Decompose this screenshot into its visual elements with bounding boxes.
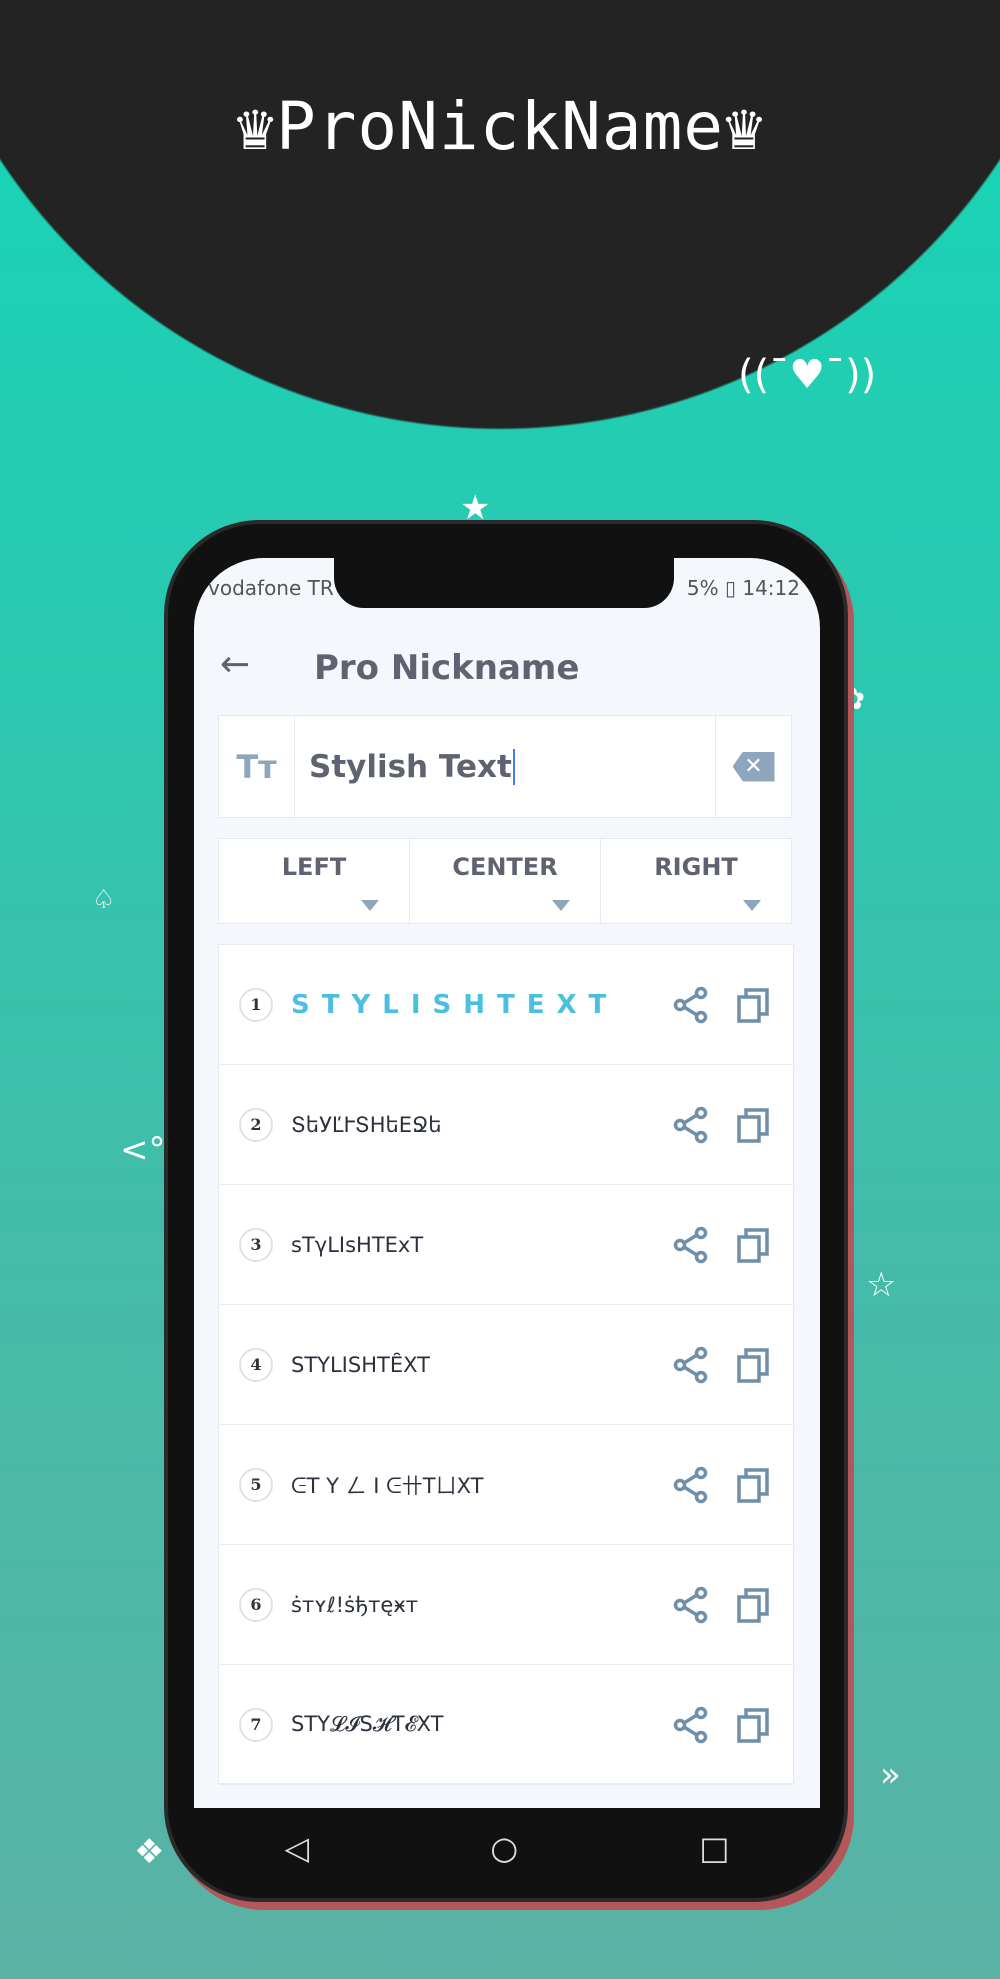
styled-text[interactable]: ЅTҮLIЅHTȆXT: [291, 1353, 649, 1377]
chevron-down-icon: [552, 900, 570, 911]
row-number: 2: [239, 1107, 273, 1142]
row-number: 5: [239, 1467, 273, 1502]
recents-square-icon[interactable]: □: [699, 1829, 729, 1867]
clear-button[interactable]: ✕: [715, 716, 791, 817]
battery-percent: 5%: [686, 576, 719, 600]
carrier: vodafone TR: [208, 576, 334, 600]
styled-text[interactable]: ᕮT Y ㄥ I ᕮ卄TㄩXT: [291, 1470, 649, 1500]
copy-icon[interactable]: [733, 1225, 773, 1265]
row-number: 7: [239, 1707, 273, 1742]
share-icon[interactable]: [671, 985, 711, 1025]
copy-icon[interactable]: [733, 1705, 773, 1745]
right-label: RIGHT: [654, 853, 738, 881]
center-dropdown[interactable]: CENTER: [410, 839, 601, 923]
copy-icon[interactable]: [733, 1585, 773, 1625]
share-icon[interactable]: [671, 1225, 711, 1265]
copy-icon[interactable]: [733, 1105, 773, 1145]
result-row[interactable]: 4 ЅTҮLIЅHTȆXT: [219, 1305, 793, 1425]
styled-text[interactable]: ՏեУĽՒՏНեЕՋե: [291, 1113, 649, 1137]
styled-text[interactable]: ṡтʏℓ!ṡђтęӿт: [291, 1593, 649, 1617]
home-circle-icon[interactable]: ○: [490, 1829, 518, 1867]
chevron-down-icon: [361, 900, 379, 911]
text-input-value: Stylish Text: [309, 748, 515, 785]
alignment-selectors: LEFT CENTER RIGHT: [218, 838, 792, 924]
result-row[interactable]: 6 ṡтʏℓ!ṡђтęӿт: [219, 1545, 793, 1665]
clock: 14:12: [742, 576, 800, 600]
center-label: CENTER: [452, 853, 558, 881]
share-icon[interactable]: [671, 1465, 711, 1505]
text-input-card: Tт Stylish Text ✕: [218, 715, 792, 818]
share-icon[interactable]: [671, 1345, 711, 1385]
status-right: 5% ▯ 14:12: [686, 576, 800, 600]
arrow-left-icon[interactable]: ←: [220, 644, 250, 685]
chevron-down-icon: [743, 900, 761, 911]
phone-frame: vodafone TR 5% ▯ 14:12 ← Pro Nickname Tт…: [164, 520, 848, 1902]
brand-title: ♛ProNickName♛: [235, 88, 765, 165]
diamonds-icon: ❖: [134, 1832, 165, 1872]
result-row[interactable]: 7 STY𝓛𝓘S𝓗T𝓔XT: [219, 1665, 793, 1785]
left-label: LEFT: [281, 853, 347, 881]
double-chevron-icon: »: [880, 1755, 901, 1795]
copy-icon[interactable]: [733, 1465, 773, 1505]
text-size-icon: Tт: [219, 716, 295, 817]
left-dropdown[interactable]: LEFT: [219, 839, 410, 923]
styled-text[interactable]: STYLISHTEXT: [291, 990, 649, 1020]
row-number: 3: [239, 1227, 273, 1262]
share-icon[interactable]: [671, 1585, 711, 1625]
results-list: 1 STYLISHTEXT 2 ՏեУĽՒՏНեЕՋե 3 sTγLIsHTExT 4 ЅTҮ…: [218, 944, 794, 1785]
styled-text[interactable]: STY𝓛𝓘S𝓗T𝓔XT: [291, 1712, 649, 1737]
row-number: 6: [239, 1587, 273, 1622]
result-row[interactable]: 2 ՏեУĽՒՏНեЕՋե: [219, 1065, 793, 1185]
row-number: 4: [239, 1347, 273, 1382]
result-row[interactable]: 1 STYLISHTEXT: [219, 945, 793, 1065]
right-dropdown[interactable]: RIGHT: [601, 839, 791, 923]
text-input[interactable]: Stylish Text: [295, 716, 715, 817]
app-screen: vodafone TR 5% ▯ 14:12 ← Pro Nickname Tт…: [194, 558, 820, 1808]
copy-icon[interactable]: [733, 985, 773, 1025]
result-row[interactable]: 5 ᕮT Y ㄥ I ᕮ卄TㄩXT: [219, 1425, 793, 1545]
spade-icon: ♤: [92, 885, 116, 915]
page-title: Pro Nickname: [314, 648, 580, 688]
row-number: 1: [239, 987, 273, 1022]
back-triangle-icon[interactable]: ◁: [285, 1829, 310, 1867]
app-bar: ← Pro Nickname: [194, 636, 820, 706]
star-outline-icon: ☆: [866, 1265, 897, 1305]
styled-text[interactable]: sTγLIsHTExT: [291, 1233, 649, 1257]
backspace-icon: ✕: [732, 751, 775, 782]
kaomoji-decoration: ((¯♥¯)): [738, 352, 877, 398]
share-icon[interactable]: [671, 1705, 711, 1745]
notch: [334, 558, 674, 608]
android-nav-bar: ◁ ○ □: [194, 1808, 820, 1888]
copy-icon[interactable]: [733, 1345, 773, 1385]
result-row[interactable]: 3 sTγLIsHTExT: [219, 1185, 793, 1305]
share-icon[interactable]: [671, 1105, 711, 1145]
angle-icon: <°: [120, 1130, 166, 1170]
